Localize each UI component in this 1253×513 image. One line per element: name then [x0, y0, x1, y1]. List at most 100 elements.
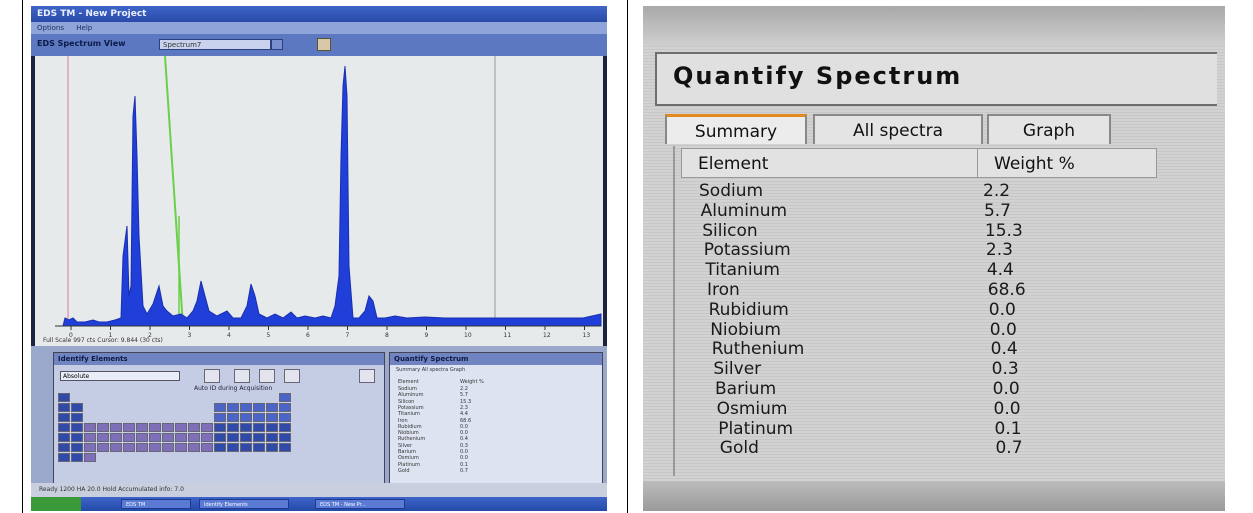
periodic-element-cell[interactable] [279, 413, 291, 422]
periodic-element-cell[interactable] [214, 443, 226, 452]
periodic-element-cell[interactable] [253, 433, 265, 442]
periodic-element-cell[interactable] [58, 403, 70, 412]
periodic-element-cell[interactable] [201, 433, 213, 442]
periodic-element-cell[interactable] [84, 433, 96, 442]
periodic-element-cell[interactable] [227, 443, 239, 452]
periodic-element-cell[interactable] [214, 433, 226, 442]
periodic-element-cell[interactable] [71, 443, 83, 452]
menu-help[interactable]: Help [76, 24, 92, 32]
periodic-element-cell[interactable] [253, 413, 265, 422]
periodic-element-cell[interactable] [71, 453, 83, 462]
add-element-button[interactable] [204, 369, 220, 383]
periodic-element-cell[interactable] [149, 423, 161, 432]
chevron-down-icon[interactable] [271, 39, 283, 50]
periodic-element-cell[interactable] [279, 443, 291, 452]
periodic-element-cell[interactable] [71, 403, 83, 412]
periodic-element-cell[interactable] [279, 403, 291, 412]
periodic-element-cell[interactable] [227, 433, 239, 442]
periodic-element-cell[interactable] [136, 443, 148, 452]
taskbar-item-3[interactable]: EDS TM - New Pr... [315, 499, 405, 509]
periodic-element-cell[interactable] [188, 443, 200, 452]
element-mode-select[interactable]: Absolute [60, 371, 180, 381]
periodic-element-cell[interactable] [227, 403, 239, 412]
start-button[interactable] [31, 497, 81, 511]
periodic-element-cell[interactable] [71, 413, 83, 422]
periodic-element-cell[interactable] [123, 443, 135, 452]
taskbar-item-1[interactable]: EDS TM [121, 499, 191, 509]
periodic-element-cell[interactable] [110, 423, 122, 432]
periodic-element-cell[interactable] [266, 423, 278, 432]
periodic-element-cell[interactable] [227, 423, 239, 432]
periodic-element-cell[interactable] [279, 423, 291, 432]
periodic-element-cell[interactable] [279, 433, 291, 442]
periodic-element-cell[interactable] [58, 413, 70, 422]
periodic-element-cell[interactable] [266, 403, 278, 412]
element-name-cell: Gold [719, 438, 759, 459]
periodic-element-cell[interactable] [71, 423, 83, 432]
periodic-element-cell[interactable] [253, 443, 265, 452]
spectrum-select[interactable]: Spectrum7 [159, 39, 271, 50]
element-name-cell: Aluminum [700, 200, 788, 221]
periodic-element-cell[interactable] [240, 413, 252, 422]
periodic-element-cell[interactable] [58, 393, 70, 402]
periodic-element-cell[interactable] [175, 433, 187, 442]
periodic-element-cell[interactable] [188, 433, 200, 442]
delete-element-button[interactable] [259, 369, 275, 383]
periodic-element-cell[interactable] [214, 423, 226, 432]
list-button[interactable] [234, 369, 250, 383]
periodic-element-cell[interactable] [240, 443, 252, 452]
periodic-element-cell[interactable] [162, 443, 174, 452]
periodic-element-cell[interactable] [84, 453, 96, 462]
tab-all-spectra[interactable]: All spectra [813, 114, 983, 144]
periodic-element-cell[interactable] [214, 403, 226, 412]
periodic-element-cell[interactable] [175, 443, 187, 452]
periodic-element-cell[interactable] [201, 423, 213, 432]
periodic-element-cell[interactable] [279, 393, 291, 402]
periodic-element-cell[interactable] [266, 433, 278, 442]
periodic-element-cell[interactable] [162, 433, 174, 442]
periodic-element-cell[interactable] [110, 443, 122, 452]
periodic-element-cell[interactable] [266, 413, 278, 422]
periodic-element-cell[interactable] [58, 443, 70, 452]
periodic-element-cell[interactable] [58, 453, 70, 462]
periodic-element-cell[interactable] [253, 403, 265, 412]
periodic-element-cell[interactable] [175, 423, 187, 432]
pointer-button[interactable] [359, 369, 375, 383]
tab-summary[interactable]: Summary [665, 114, 807, 144]
small-weight-cell: 5.7 [460, 392, 468, 399]
tab-graph[interactable]: Graph [987, 114, 1111, 144]
periodic-element-cell[interactable] [201, 443, 213, 452]
periodic-element-cell[interactable] [97, 433, 109, 442]
periodic-element-cell[interactable] [149, 433, 161, 442]
periodic-element-cell[interactable] [162, 423, 174, 432]
periodic-element-cell[interactable] [84, 443, 96, 452]
periodic-element-cell[interactable] [97, 443, 109, 452]
periodic-element-cell[interactable] [123, 423, 135, 432]
periodic-element-cell[interactable] [240, 433, 252, 442]
periodic-element-cell[interactable] [253, 423, 265, 432]
label-button[interactable] [284, 369, 300, 383]
print-button[interactable] [317, 38, 331, 51]
column-header-element[interactable]: Element [681, 148, 981, 178]
periodic-element-cell[interactable] [227, 413, 239, 422]
quantify-small-tabs[interactable]: Summary All spectra Graph [390, 365, 602, 375]
periodic-element-cell[interactable] [84, 423, 96, 432]
periodic-element-cell[interactable] [188, 423, 200, 432]
periodic-element-cell[interactable] [110, 433, 122, 442]
periodic-element-cell[interactable] [136, 433, 148, 442]
periodic-element-cell[interactable] [214, 413, 226, 422]
periodic-element-cell[interactable] [58, 423, 70, 432]
taskbar-item-2[interactable]: Identify Elements [199, 499, 289, 509]
small-weight-cell: 0.0 [460, 455, 468, 462]
periodic-element-cell[interactable] [136, 423, 148, 432]
periodic-element-cell[interactable] [240, 403, 252, 412]
periodic-element-cell[interactable] [149, 443, 161, 452]
menu-options[interactable]: Options [37, 24, 64, 32]
periodic-element-cell[interactable] [123, 433, 135, 442]
column-header-weight[interactable]: Weight % [977, 148, 1157, 178]
periodic-element-cell[interactable] [58, 433, 70, 442]
periodic-element-cell[interactable] [71, 433, 83, 442]
periodic-element-cell[interactable] [240, 423, 252, 432]
periodic-element-cell[interactable] [97, 423, 109, 432]
periodic-element-cell[interactable] [266, 443, 278, 452]
